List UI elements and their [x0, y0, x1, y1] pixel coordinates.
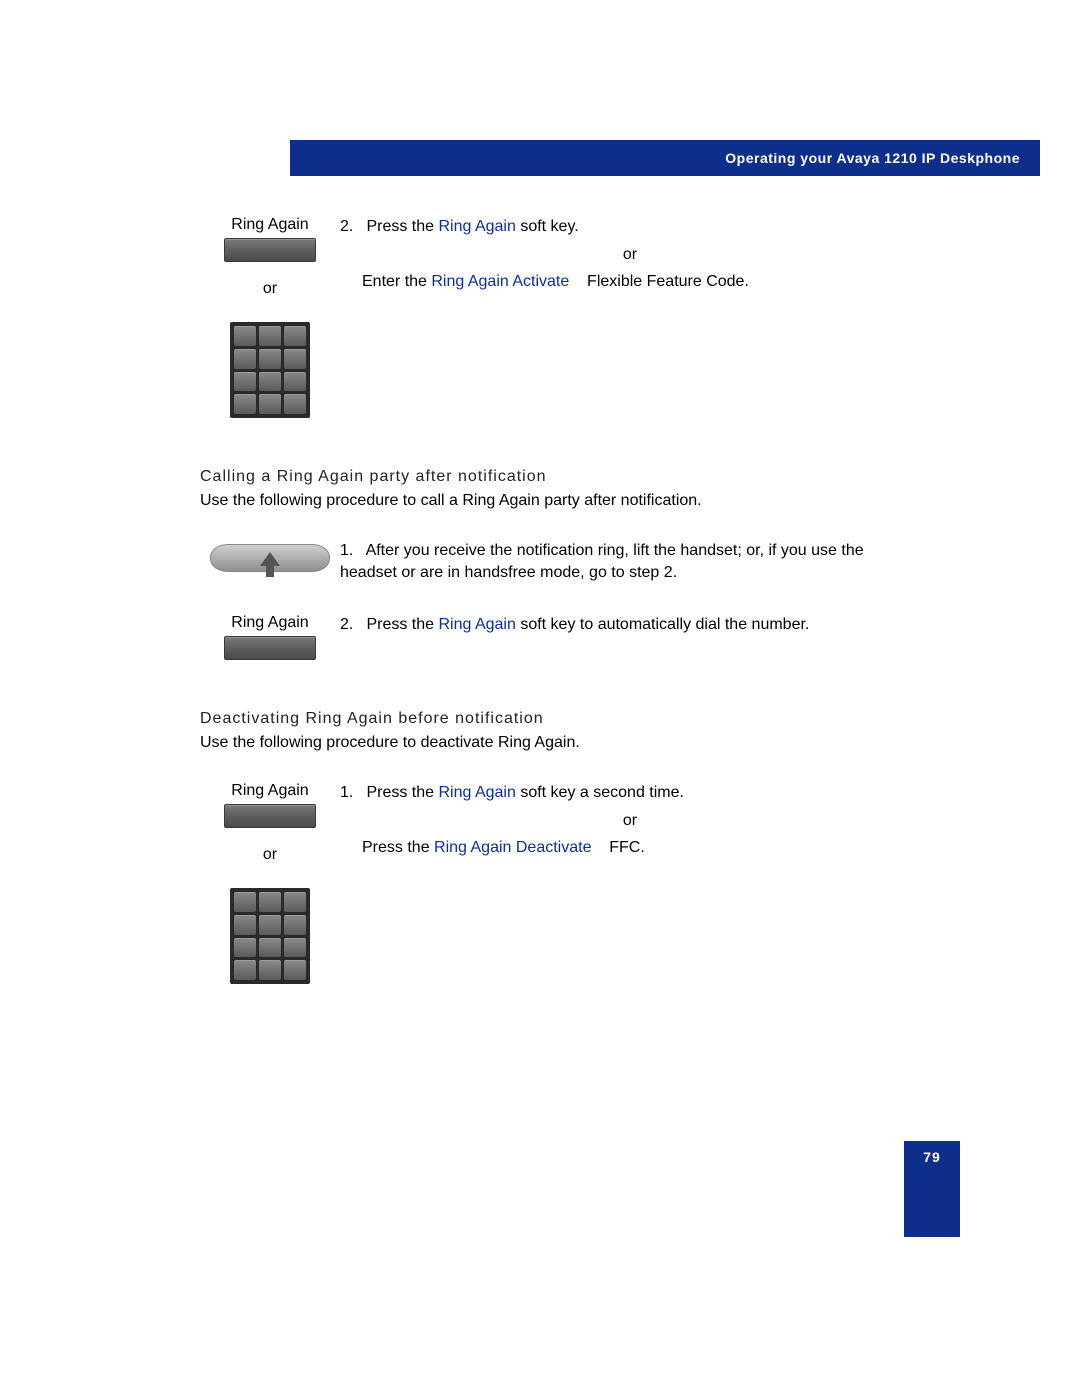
- softkey-label: Ring Again: [200, 216, 340, 234]
- alt-pre: Enter the: [362, 273, 431, 290]
- header-bar: Operating your Avaya 1210 IP Deskphone: [290, 140, 1040, 176]
- step1-post: soft key a second time.: [516, 784, 684, 801]
- page-number: 79: [923, 1149, 941, 1165]
- step-number: 1.: [340, 540, 362, 562]
- right-column: 2. Press the Ring Again soft key to auto…: [340, 614, 920, 636]
- softkey-label: Ring Again: [200, 614, 340, 632]
- step-number: 2.: [340, 216, 362, 238]
- or-separator: or: [340, 810, 920, 832]
- step-text-pre: Press the: [366, 218, 438, 235]
- step1-pre: Press the: [366, 784, 438, 801]
- step-row: 1. After you receive the notification ri…: [200, 540, 920, 584]
- step-row: Ring Again or 2. Press the Rin: [200, 216, 920, 418]
- document-page: Operating your Avaya 1210 IP Deskphone R…: [0, 0, 1080, 1397]
- alt-post: Flexible Feature Code.: [583, 273, 749, 290]
- softkey-button-icon: [224, 238, 316, 262]
- softkey-button-icon: [224, 636, 316, 660]
- alt-blue: Ring Again Deactivate: [434, 839, 591, 856]
- step-number: 1.: [340, 782, 362, 804]
- right-column: 1. After you receive the notification ri…: [340, 540, 920, 583]
- softkey-label: Ring Again: [200, 782, 340, 800]
- step-number: 2.: [340, 614, 362, 636]
- step-line: 2. Press the Ring Again soft key.: [340, 216, 920, 238]
- alt-pre: Press the: [362, 839, 434, 856]
- section-heading: Deactivating Ring Again before notificat…: [200, 710, 920, 728]
- keypad-icon: [230, 322, 310, 418]
- step1-text: After you receive the notification ring,…: [340, 542, 864, 581]
- step2-blue: Ring Again: [438, 616, 515, 633]
- step2-post: soft key to automatically dial the numbe…: [516, 616, 809, 633]
- alt-blue: Ring Again Activate: [431, 273, 569, 290]
- or-separator: or: [340, 244, 920, 266]
- procedure-call-after-notification: 1. After you receive the notification ri…: [200, 540, 920, 660]
- step-line: 1. Press the Ring Again soft key a secon…: [340, 782, 920, 804]
- step-row: Ring Again 2. Press the Ring Again soft …: [200, 614, 920, 660]
- alt-step-line: Enter the Ring Again Activate Flexible F…: [340, 271, 920, 293]
- section-intro: Use the following procedure to call a Ri…: [200, 492, 920, 510]
- step-text-blue: Ring Again: [438, 218, 515, 235]
- softkey-button-icon: [224, 804, 316, 828]
- lift-handset-icon: [210, 540, 330, 584]
- step-row: Ring Again or 1. Press the Rin: [200, 782, 920, 984]
- keypad-icon: [230, 888, 310, 984]
- procedure-deactivate: Ring Again or 1. Press the Rin: [200, 782, 920, 984]
- alt-post: FFC.: [605, 839, 645, 856]
- page-number-box: 79: [904, 1141, 960, 1237]
- header-title: Operating your Avaya 1210 IP Deskphone: [725, 150, 1020, 166]
- left-column: Ring Again or: [200, 782, 340, 984]
- right-column: 2. Press the Ring Again soft key. or Ent…: [340, 216, 920, 293]
- step-text-post: soft key.: [516, 218, 579, 235]
- procedure-ring-again-activate: Ring Again or 2. Press the Rin: [200, 216, 920, 418]
- left-column: [200, 540, 340, 584]
- section-intro: Use the following procedure to deactivat…: [200, 734, 920, 752]
- left-or-text: or: [200, 846, 340, 864]
- left-column: Ring Again: [200, 614, 340, 660]
- section-heading: Calling a Ring Again party after notific…: [200, 468, 920, 486]
- left-or-text: or: [200, 280, 340, 298]
- content-area: Ring Again or 2. Press the Rin: [200, 216, 920, 984]
- alt-step-line: Press the Ring Again Deactivate FFC.: [340, 837, 920, 859]
- step2-pre: Press the: [366, 616, 438, 633]
- step1-blue: Ring Again: [438, 784, 515, 801]
- right-column: 1. Press the Ring Again soft key a secon…: [340, 782, 920, 859]
- left-column: Ring Again or: [200, 216, 340, 418]
